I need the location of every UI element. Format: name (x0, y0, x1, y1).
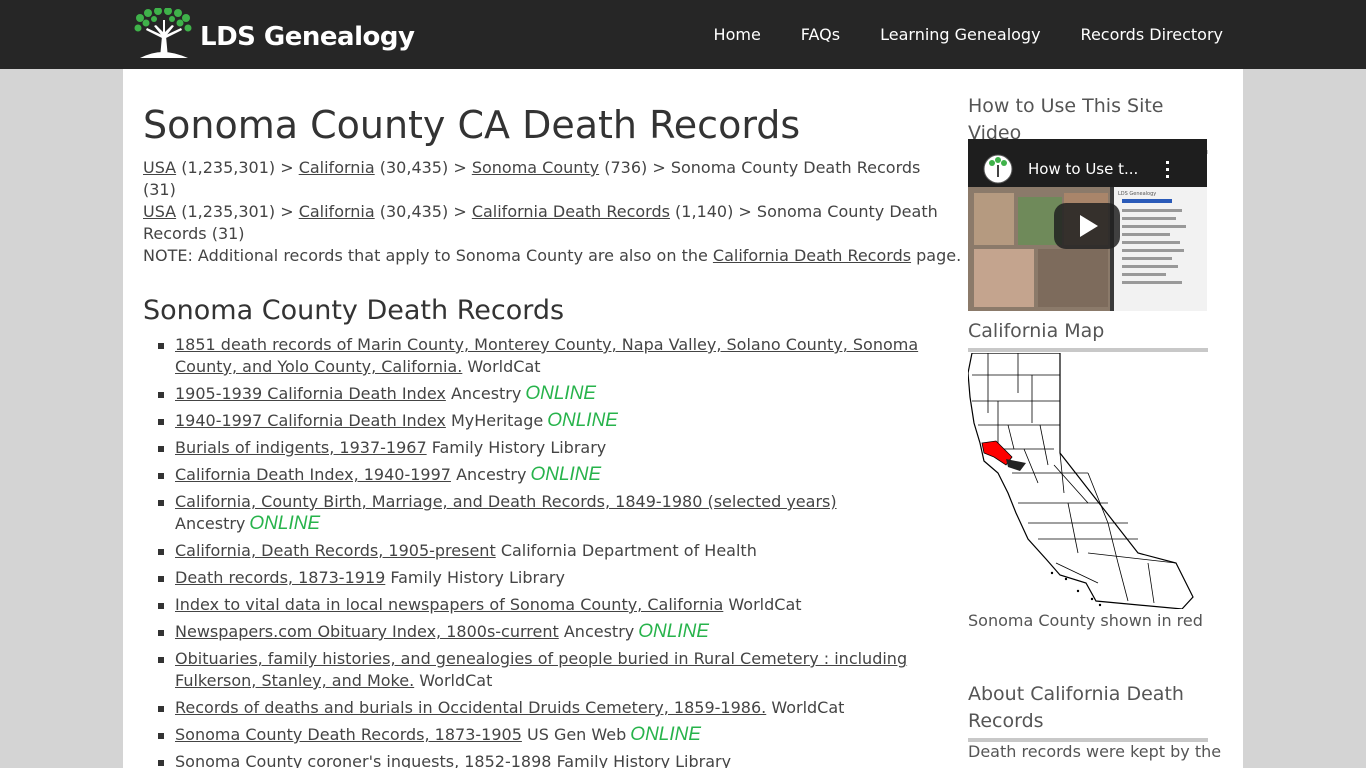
nav-records-directory[interactable]: Records Directory (1081, 24, 1223, 46)
breadcrumb-text: (1,235,301) > (176, 158, 299, 177)
record-link[interactable]: 1851 death records of Marin County, Mont… (175, 335, 918, 376)
site-header: LDS Genealogy Home FAQs Learning Genealo… (0, 0, 1366, 69)
list-item: California, Death Records, 1905-present … (158, 540, 975, 562)
list-item: California, County Birth, Marriage, and … (158, 491, 975, 535)
tree-logo-icon (134, 8, 192, 58)
record-source: Family History Library (390, 568, 565, 587)
california-map-image (967, 352, 1194, 610)
about-text: Death records were kept by the (968, 742, 1222, 761)
record-link[interactable]: Obituaries, family histories, and geneal… (175, 649, 907, 690)
record-link[interactable]: Newspapers.com Obituary Index, 1800s-cur… (175, 622, 559, 641)
map-caption: Sonoma County shown in red (968, 611, 1203, 630)
record-link[interactable]: Sonoma County coroner's inquests, 1852-1… (175, 752, 551, 768)
online-badge: ONLINE (630, 724, 702, 745)
breadcrumb-link-california-death-records[interactable]: California Death Records (472, 202, 670, 221)
note-prefix: NOTE: Additional records that apply to S… (143, 246, 713, 265)
record-source: WorldCat (728, 595, 802, 614)
breadcrumb: USA (1,235,301) > California (30,435) > … (143, 157, 943, 201)
online-badge: ONLINE (530, 464, 602, 485)
record-link[interactable]: Death records, 1873-1919 (175, 568, 385, 587)
list-item: Index to vital data in local newspapers … (158, 594, 975, 616)
record-link[interactable]: 1940-1997 California Death Index (175, 411, 446, 430)
nav-learning-genealogy[interactable]: Learning Genealogy (880, 24, 1040, 46)
record-source: Family History Library (556, 752, 732, 768)
note-link-california-death-records[interactable]: California Death Records (713, 246, 911, 265)
record-link[interactable]: California Death Index, 1940-1997 (175, 465, 451, 484)
play-icon[interactable] (1054, 203, 1120, 249)
site-logo-text: LDS Genealogy (200, 22, 415, 52)
record-link[interactable]: California, Death Records, 1905-present (175, 541, 496, 560)
record-source: Ancestry (456, 465, 527, 484)
note-text: NOTE: Additional records that apply to S… (143, 245, 961, 267)
about-heading: About California Death Records (968, 681, 1208, 742)
record-source: California Department of Health (500, 541, 757, 560)
main-nav: Home FAQs Learning Genealogy Records Dir… (674, 24, 1223, 46)
list-item: California Death Index, 1940-1997 Ancest… (158, 464, 975, 486)
list-item: 1940-1997 California Death Index MyHerit… (158, 410, 975, 432)
record-source: Ancestry (450, 384, 522, 403)
record-link[interactable]: Index to vital data in local newspapers … (175, 595, 723, 614)
video-title: How to Use t... (1028, 160, 1139, 178)
record-source: Family History Library (431, 438, 607, 457)
video-site-label: LDS Genealogy (1118, 191, 1157, 197)
online-badge: ONLINE (249, 513, 321, 534)
breadcrumb-link-usa[interactable]: USA (143, 158, 176, 177)
breadcrumb-link-sonoma-county[interactable]: Sonoma County (472, 158, 599, 177)
list-item: Records of deaths and burials in Occiden… (158, 697, 975, 719)
list-item: Sonoma County coroner's inquests, 1852-1… (158, 751, 975, 768)
map-heading: California Map (968, 318, 1208, 352)
breadcrumb-text: (30,435) > (374, 158, 472, 177)
video-menu-icon[interactable] (1158, 159, 1178, 183)
breadcrumb-link-usa[interactable]: USA (143, 202, 176, 221)
list-item: Obituaries, family histories, and geneal… (158, 648, 975, 692)
record-source: US Gen Web (526, 725, 627, 744)
breadcrumb-link-california[interactable]: California (299, 158, 375, 177)
page-content: Sonoma County CA Death Records USA (1,23… (123, 69, 1243, 768)
video-player[interactable]: How to Use t... LDS Genealogy (968, 139, 1207, 311)
record-link[interactable]: Burials of indigents, 1937-1967 (175, 438, 427, 457)
record-source: WorldCat (771, 698, 845, 717)
list-item: Sonoma County Death Records, 1873-1905 U… (158, 724, 975, 746)
record-source: WorldCat (467, 357, 541, 376)
list-item: Death records, 1873-1919 Family History … (158, 567, 975, 589)
records-list: 1851 death records of Marin County, Mont… (143, 334, 975, 768)
record-link[interactable]: California, County Birth, Marriage, and … (175, 492, 837, 511)
record-source: Ancestry (175, 514, 246, 533)
online-badge: ONLINE (547, 410, 618, 431)
breadcrumbs: USA (1,235,301) > California (30,435) > … (143, 157, 943, 245)
online-badge: ONLINE (638, 621, 709, 642)
record-link[interactable]: Records of deaths and burials in Occiden… (175, 698, 766, 717)
breadcrumb: USA (1,235,301) > California (30,435) > … (143, 201, 943, 245)
list-item: Burials of indigents, 1937-1967 Family H… (158, 437, 975, 459)
section-title: Sonoma County Death Records (143, 295, 565, 326)
page-title: Sonoma County CA Death Records (143, 103, 801, 147)
nav-faqs[interactable]: FAQs (801, 24, 840, 46)
breadcrumb-text: (1,235,301) > (176, 202, 299, 221)
note-suffix: page. (911, 246, 962, 265)
california-map (967, 352, 1208, 613)
breadcrumb-link-california[interactable]: California (299, 202, 375, 221)
list-item: 1905-1939 California Death Index Ancestr… (158, 383, 975, 405)
breadcrumb-text: (30,435) > (374, 202, 472, 221)
online-badge: ONLINE (525, 383, 597, 404)
record-link[interactable]: 1905-1939 California Death Index (175, 384, 446, 403)
record-source: WorldCat (419, 671, 493, 690)
record-source: Ancestry (563, 622, 635, 641)
site-logo[interactable]: LDS Genealogy (132, 8, 415, 60)
list-item: Newspapers.com Obituary Index, 1800s-cur… (158, 621, 975, 643)
nav-home[interactable]: Home (714, 24, 761, 46)
list-item: 1851 death records of Marin County, Mont… (158, 334, 975, 378)
record-link[interactable]: Sonoma County Death Records, 1873-1905 (175, 725, 522, 744)
record-source: MyHeritage (450, 411, 544, 430)
